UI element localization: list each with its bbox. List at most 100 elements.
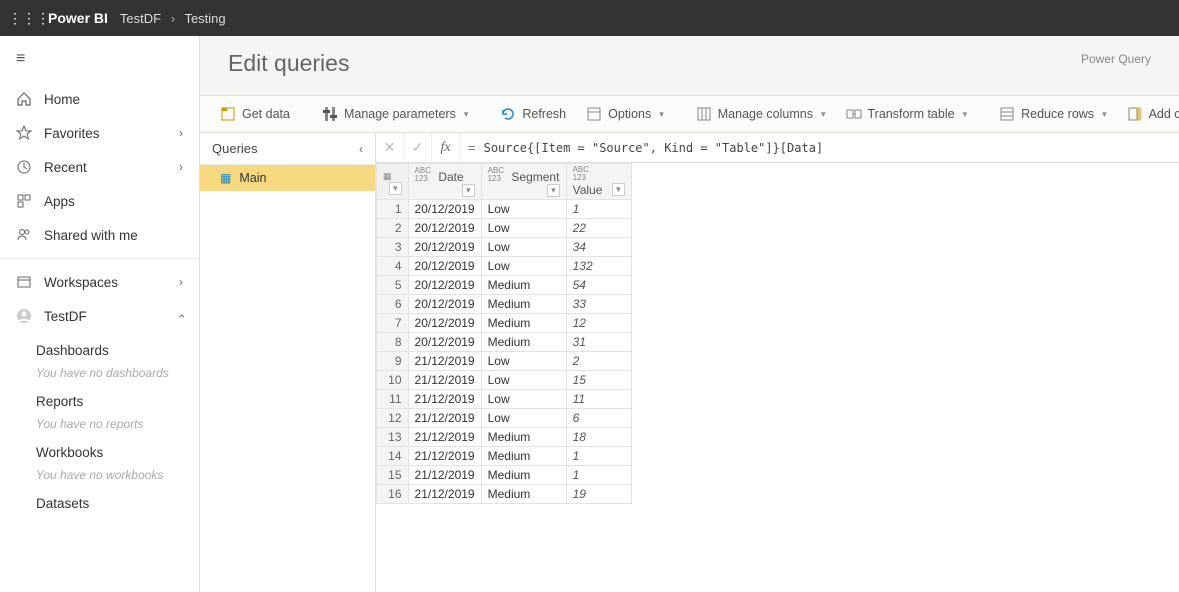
- cell-segment[interactable]: Low: [481, 390, 566, 409]
- cell-date[interactable]: 21/12/2019: [408, 352, 481, 371]
- table-row[interactable]: 1321/12/2019Medium18: [377, 428, 632, 447]
- table-row[interactable]: 921/12/2019Low2: [377, 352, 632, 371]
- cell-segment[interactable]: Low: [481, 371, 566, 390]
- table-row[interactable]: 720/12/2019Medium12: [377, 314, 632, 333]
- cell-date[interactable]: 21/12/2019: [408, 447, 481, 466]
- get-data-button[interactable]: Get data: [212, 102, 298, 126]
- options-button[interactable]: Options ▾: [578, 102, 672, 126]
- nav-reports[interactable]: Reports: [0, 384, 199, 413]
- row-number[interactable]: 10: [377, 371, 409, 390]
- cell-value[interactable]: 2: [566, 352, 631, 371]
- table-row[interactable]: 1621/12/2019Medium19: [377, 485, 632, 504]
- row-number[interactable]: 12: [377, 409, 409, 428]
- table-row[interactable]: 1021/12/2019Low15: [377, 371, 632, 390]
- nav-shared[interactable]: Shared with me: [0, 218, 199, 252]
- chevron-down-icon[interactable]: ▾: [462, 184, 475, 197]
- cell-value[interactable]: 1: [566, 447, 631, 466]
- cell-segment[interactable]: Medium: [481, 428, 566, 447]
- row-number[interactable]: 16: [377, 485, 409, 504]
- cell-value[interactable]: 19: [566, 485, 631, 504]
- formula-text[interactable]: Source{[Item = "Source", Kind = "Table"]…: [484, 141, 1179, 155]
- cell-date[interactable]: 20/12/2019: [408, 314, 481, 333]
- row-number[interactable]: 1: [377, 200, 409, 219]
- table-row[interactable]: 820/12/2019Medium31: [377, 333, 632, 352]
- cell-segment[interactable]: Medium: [481, 333, 566, 352]
- app-launcher-icon[interactable]: ⋮⋮⋮: [8, 10, 40, 27]
- manage-parameters-button[interactable]: Manage parameters ▾: [314, 102, 476, 126]
- nav-dashboards[interactable]: Dashboards: [0, 333, 199, 362]
- cell-value[interactable]: 12: [566, 314, 631, 333]
- nav-datasets[interactable]: Datasets: [0, 486, 199, 515]
- table-corner[interactable]: ▦▾: [377, 164, 409, 200]
- nav-workspaces[interactable]: Workspaces ›: [0, 265, 199, 299]
- cell-value[interactable]: 1: [566, 200, 631, 219]
- cell-date[interactable]: 21/12/2019: [408, 428, 481, 447]
- cell-value[interactable]: 33: [566, 295, 631, 314]
- cell-date[interactable]: 21/12/2019: [408, 371, 481, 390]
- data-grid[interactable]: ▦▾ ABC123 Date▾ ABC123 Segment▾ ABC123 V…: [376, 163, 1179, 592]
- cell-segment[interactable]: Low: [481, 409, 566, 428]
- manage-columns-button[interactable]: Manage columns ▾: [688, 102, 834, 126]
- cell-value[interactable]: 31: [566, 333, 631, 352]
- cell-value[interactable]: 132: [566, 257, 631, 276]
- table-row[interactable]: 1121/12/2019Low11: [377, 390, 632, 409]
- cell-date[interactable]: 20/12/2019: [408, 219, 481, 238]
- refresh-button[interactable]: Refresh: [492, 102, 574, 126]
- cell-segment[interactable]: Low: [481, 257, 566, 276]
- row-number[interactable]: 5: [377, 276, 409, 295]
- cell-value[interactable]: 1: [566, 466, 631, 485]
- cell-segment[interactable]: Low: [481, 200, 566, 219]
- cell-segment[interactable]: Medium: [481, 314, 566, 333]
- nav-apps[interactable]: Apps: [0, 184, 199, 218]
- cell-segment[interactable]: Low: [481, 238, 566, 257]
- cell-value[interactable]: 18: [566, 428, 631, 447]
- row-number[interactable]: 13: [377, 428, 409, 447]
- nav-favorites[interactable]: Favorites ›: [0, 116, 199, 150]
- table-row[interactable]: 1221/12/2019Low6: [377, 409, 632, 428]
- table-row[interactable]: 420/12/2019Low132: [377, 257, 632, 276]
- row-number[interactable]: 7: [377, 314, 409, 333]
- cell-segment[interactable]: Low: [481, 219, 566, 238]
- fx-icon[interactable]: fx: [432, 133, 460, 162]
- table-row[interactable]: 1521/12/2019Medium1: [377, 466, 632, 485]
- cell-value[interactable]: 22: [566, 219, 631, 238]
- nav-current-workspace[interactable]: TestDF ›: [0, 299, 199, 333]
- table-row[interactable]: 520/12/2019Medium54: [377, 276, 632, 295]
- column-header-segment[interactable]: ABC123 Segment▾: [481, 164, 566, 200]
- chevron-down-icon[interactable]: ▾: [389, 182, 402, 195]
- cell-value[interactable]: 11: [566, 390, 631, 409]
- row-number[interactable]: 2: [377, 219, 409, 238]
- cell-date[interactable]: 20/12/2019: [408, 295, 481, 314]
- row-number[interactable]: 15: [377, 466, 409, 485]
- cell-date[interactable]: 20/12/2019: [408, 257, 481, 276]
- cell-segment[interactable]: Medium: [481, 447, 566, 466]
- column-header-date[interactable]: ABC123 Date▾: [408, 164, 481, 200]
- add-column-button[interactable]: Add column ▾: [1119, 102, 1179, 126]
- nav-recent[interactable]: Recent ›: [0, 150, 199, 184]
- cell-date[interactable]: 21/12/2019: [408, 409, 481, 428]
- row-number[interactable]: 4: [377, 257, 409, 276]
- column-header-value[interactable]: ABC123 Value▾: [566, 164, 631, 200]
- row-number[interactable]: 9: [377, 352, 409, 371]
- nav-home[interactable]: Home: [0, 82, 199, 116]
- nav-collapse-icon[interactable]: ≡: [0, 36, 199, 82]
- row-number[interactable]: 14: [377, 447, 409, 466]
- table-row[interactable]: 1421/12/2019Medium1: [377, 447, 632, 466]
- cell-segment[interactable]: Medium: [481, 466, 566, 485]
- query-item[interactable]: ▦Main: [200, 165, 375, 191]
- cell-segment[interactable]: Low: [481, 352, 566, 371]
- cell-value[interactable]: 34: [566, 238, 631, 257]
- cell-value[interactable]: 54: [566, 276, 631, 295]
- row-number[interactable]: 3: [377, 238, 409, 257]
- cell-date[interactable]: 20/12/2019: [408, 200, 481, 219]
- row-number[interactable]: 8: [377, 333, 409, 352]
- table-row[interactable]: 120/12/2019Low1: [377, 200, 632, 219]
- row-number[interactable]: 11: [377, 390, 409, 409]
- cell-segment[interactable]: Medium: [481, 485, 566, 504]
- table-row[interactable]: 220/12/2019Low22: [377, 219, 632, 238]
- row-number[interactable]: 6: [377, 295, 409, 314]
- accept-formula-icon[interactable]: ✓: [404, 133, 432, 162]
- table-row[interactable]: 320/12/2019Low34: [377, 238, 632, 257]
- cell-date[interactable]: 21/12/2019: [408, 485, 481, 504]
- cell-value[interactable]: 6: [566, 409, 631, 428]
